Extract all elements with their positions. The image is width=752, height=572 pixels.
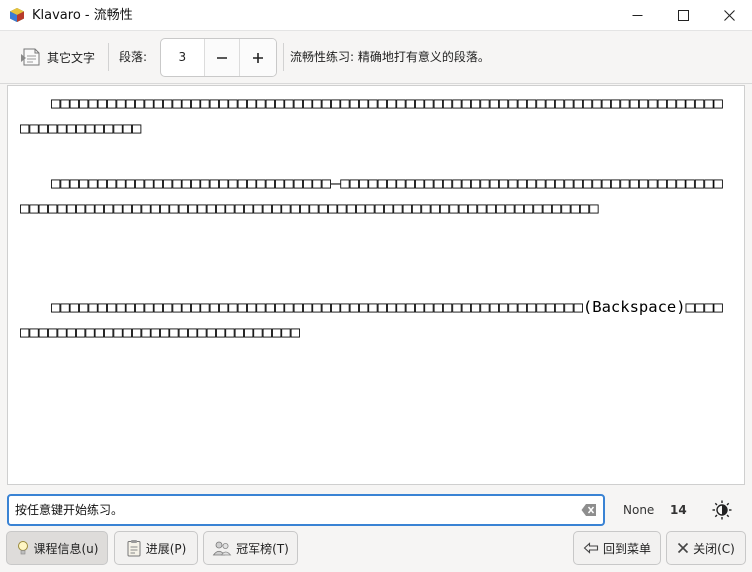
champions-button[interactable]: 冠军榜(T) (203, 531, 298, 565)
text-paragraph: □□□□□□□□□□□□□□□□□□□□□□□□□□□□□□□□□□□□□□□□… (20, 94, 723, 137)
champions-label: 冠军榜(T) (236, 541, 289, 556)
decrement-button[interactable] (204, 39, 241, 76)
other-text-label: 其它文字 (47, 50, 96, 65)
minus-icon (216, 56, 227, 59)
app-icon (10, 8, 24, 22)
text-paragraph: □□□□□□□□□□□□□□□□□□□□□□□□□□□□□□□□□□□□□□□□… (20, 298, 723, 341)
maximize-button[interactable] (660, 0, 706, 31)
people-icon (212, 541, 232, 556)
plus-icon (253, 52, 264, 63)
minimize-button[interactable] (614, 0, 660, 31)
close-label: 关闭(C) (693, 541, 735, 556)
toolbar-separator (283, 43, 284, 71)
minimize-icon (632, 15, 642, 16)
course-info-label: 课程信息(u) (33, 541, 99, 556)
progress-button[interactable]: 进展(P) (114, 531, 198, 565)
maximize-icon (677, 10, 689, 21)
window-title: Klavaro - 流畅性 (32, 8, 133, 23)
title-bar: Klavaro - 流畅性 (0, 0, 752, 31)
close-window-button[interactable] (706, 0, 752, 31)
back-arrow-icon (583, 542, 599, 554)
paragraphs-label: 段落: (119, 50, 148, 64)
typing-input[interactable] (15, 496, 575, 524)
back-to-menu-label: 回到菜单 (602, 541, 651, 556)
typing-entry (7, 494, 605, 526)
toolbar-separator (108, 43, 109, 71)
progress-label: 进展(P) (145, 541, 187, 556)
back-to-menu-button[interactable]: 回到菜单 (573, 531, 661, 565)
close-button[interactable]: 关闭(C) (666, 531, 746, 565)
course-info-button[interactable]: 课程信息(u) (6, 531, 108, 565)
document-icon (21, 48, 40, 66)
other-text-button[interactable]: 其它文字 (14, 41, 101, 73)
lightbulb-icon (17, 541, 28, 555)
close-icon (723, 10, 735, 21)
speed-value: None (623, 503, 655, 517)
contrast-icon[interactable] (712, 500, 732, 520)
increment-button[interactable] (240, 39, 276, 76)
paragraphs-spinner: 3 (160, 38, 277, 77)
exercise-text-area: □□□□□□□□□□□□□□□□□□□□□□□□□□□□□□□□□□□□□□□□… (7, 85, 745, 485)
close-x-icon (678, 542, 689, 554)
clear-icon[interactable] (581, 503, 597, 517)
accuracy-value: 14 (670, 503, 687, 517)
text-paragraph: □□□□□□□□□□□□□□□□□□□□□□□□□□□□□□—□□□□□□□□□… (20, 174, 723, 217)
clipboard-icon (127, 540, 141, 557)
exercise-hint: 流畅性练习: 精确地打有意义的段落。 (290, 50, 490, 64)
toolbar: 其它文字 段落: 3 流畅性练习: 精确地打有意义的段落。 (0, 31, 752, 84)
paragraphs-value[interactable]: 3 (161, 39, 205, 76)
